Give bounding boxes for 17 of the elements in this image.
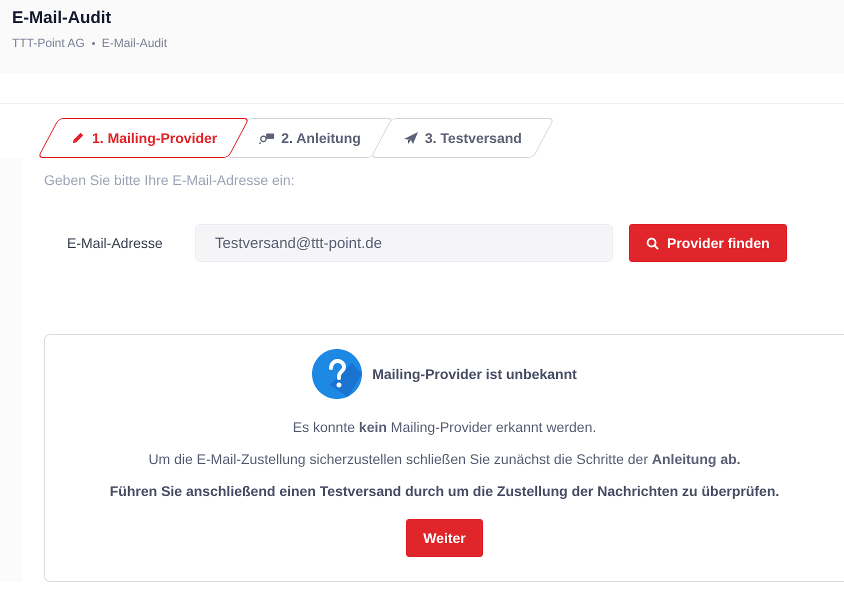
- field-label: E-Mail-Adresse: [67, 235, 164, 251]
- result-title: Mailing-Provider ist unbekannt: [372, 366, 577, 382]
- result-message: Um die E-Mail-Zustellung sicherzustellen schließen Sie zunächst die Schritte der Anleitung ab.: [148, 451, 741, 467]
- result-message: Es konnte kein Mailing-Provider erkannt werden.: [292, 419, 596, 435]
- breadcrumb[interactable]: TTT-Point AG: [12, 36, 85, 50]
- search-icon: [646, 236, 659, 250]
- find-provider-button[interactable]: Provider finden: [629, 224, 787, 262]
- paper-plane-icon: [402, 131, 419, 145]
- instruction-text: Geben Sie bitte Ihre E-Mail-Adresse ein:: [44, 172, 295, 188]
- breadcrumb[interactable]: E-Mail-Audit: [102, 36, 168, 50]
- key-icon: [259, 131, 276, 145]
- next-button[interactable]: Weiter: [406, 519, 483, 557]
- result-message: Führen Sie anschließend einen Testversand durch um die Zustellung der Nachrichten zu überprüfen.: [110, 483, 780, 499]
- email-field[interactable]: Testversand@ttt-point.de: [195, 224, 613, 262]
- page-title: E-Mail-Audit: [12, 8, 112, 28]
- question-icon: [312, 349, 362, 399]
- pencil-icon: [70, 131, 86, 145]
